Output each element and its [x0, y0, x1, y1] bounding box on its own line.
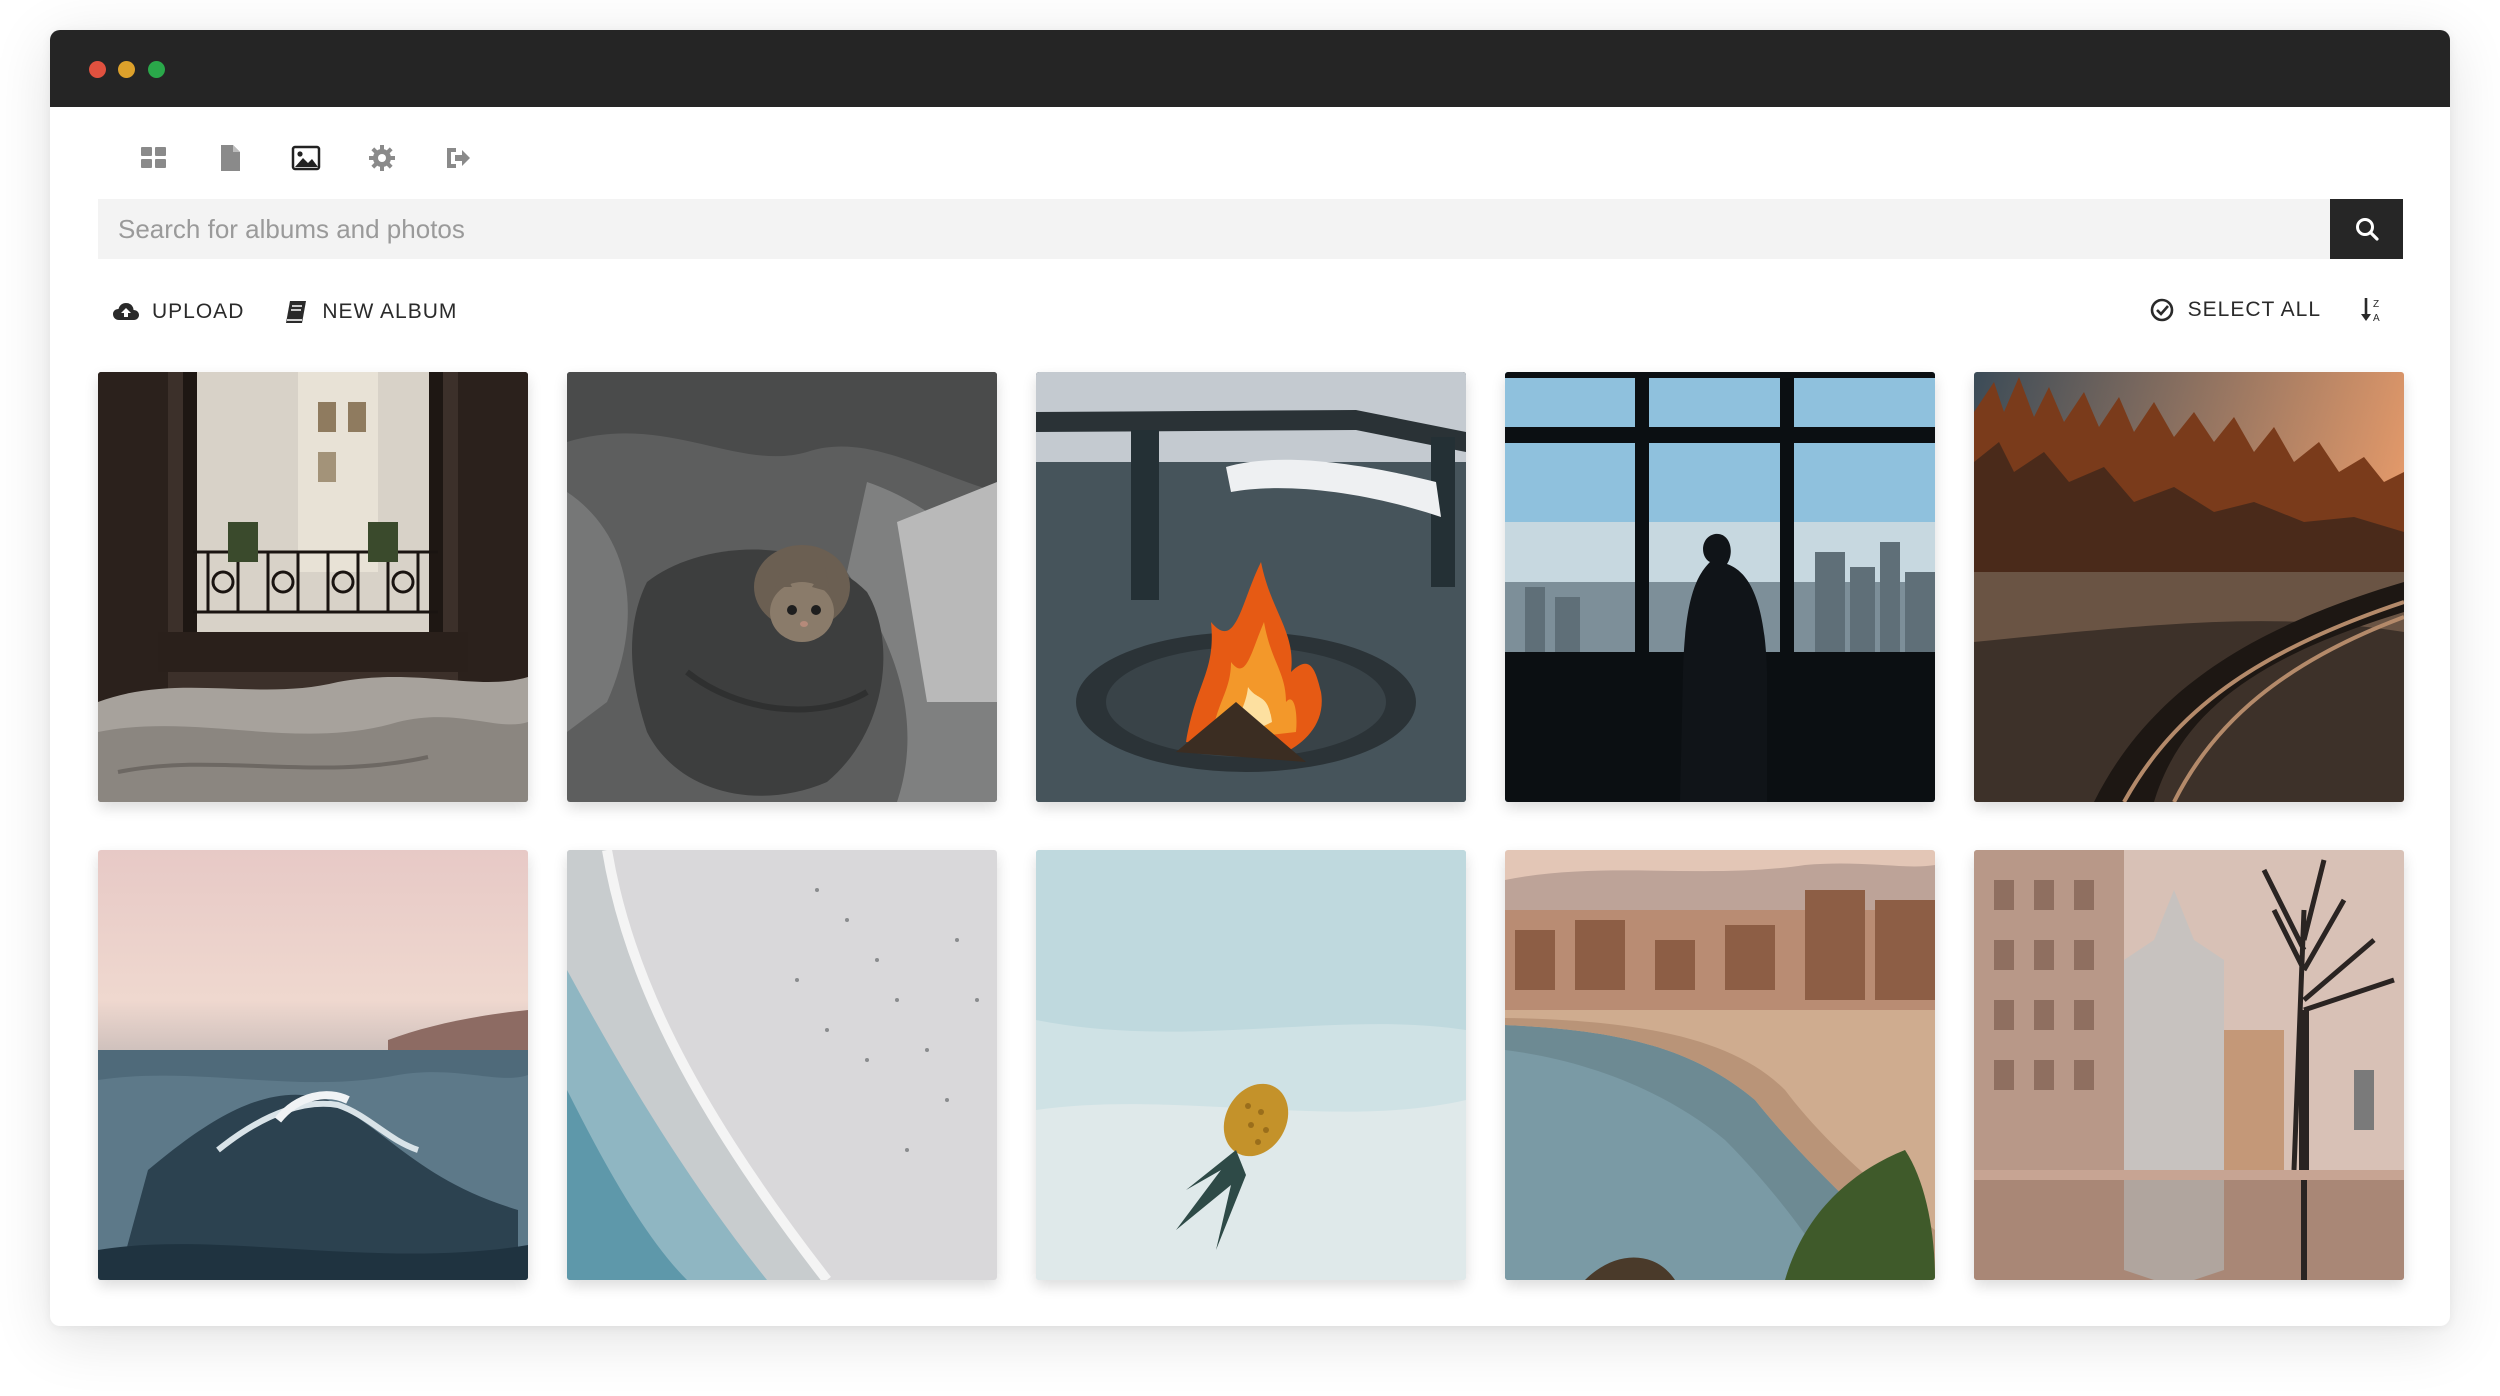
book-icon — [286, 301, 307, 323]
check-circle-icon — [2150, 298, 2173, 322]
search-bar — [98, 199, 2403, 259]
photo-tile[interactable] — [1974, 850, 2404, 1280]
image-icon[interactable] — [290, 142, 322, 174]
search-button[interactable] — [2330, 199, 2403, 259]
close-window-button[interactable] — [89, 61, 106, 78]
new-album-label: NEW ALBUM — [322, 300, 458, 323]
upload-label: UPLOAD — [152, 300, 245, 323]
document-icon[interactable] — [214, 142, 246, 174]
svg-text:Z: Z — [2373, 299, 2379, 310]
photo-tile[interactable] — [1036, 850, 1466, 1280]
maximize-window-button[interactable] — [148, 61, 165, 78]
select-all-button[interactable]: SELECT ALL — [2148, 296, 2321, 324]
album-actions: UPLOAD NEW ALBUM — [112, 298, 457, 326]
app-window: UPLOAD NEW ALBUM SELECT ALL ZA — [50, 30, 2450, 1326]
svg-text:A: A — [2373, 313, 2380, 324]
search-input[interactable] — [98, 199, 2330, 259]
photo-tile[interactable] — [567, 372, 997, 802]
search-icon — [2355, 218, 2379, 241]
select-all-label: SELECT ALL — [2187, 298, 2321, 321]
title-bar — [50, 30, 2450, 107]
gear-icon[interactable] — [366, 142, 398, 174]
photo-tile[interactable] — [1036, 372, 1466, 802]
photo-tile[interactable] — [98, 372, 528, 802]
sort-alpha-desc-icon: ZA — [2361, 298, 2380, 324]
photo-tile[interactable] — [98, 850, 528, 1280]
sort-button[interactable]: ZA — [2359, 296, 2387, 324]
selection-actions: SELECT ALL ZA — [2148, 296, 2387, 324]
photo-tile[interactable] — [1505, 850, 1935, 1280]
top-navigation — [138, 136, 474, 180]
sign-out-icon[interactable] — [442, 142, 474, 174]
photo-tile[interactable] — [1505, 372, 1935, 802]
new-album-button[interactable]: NEW ALBUM — [282, 298, 457, 326]
photo-tile[interactable] — [567, 850, 997, 1280]
upload-button[interactable]: UPLOAD — [112, 298, 244, 326]
photo-tile[interactable] — [1974, 372, 2404, 802]
minimize-window-button[interactable] — [118, 61, 135, 78]
dashboard-icon[interactable] — [138, 142, 170, 174]
cloud-upload-icon — [113, 303, 139, 320]
